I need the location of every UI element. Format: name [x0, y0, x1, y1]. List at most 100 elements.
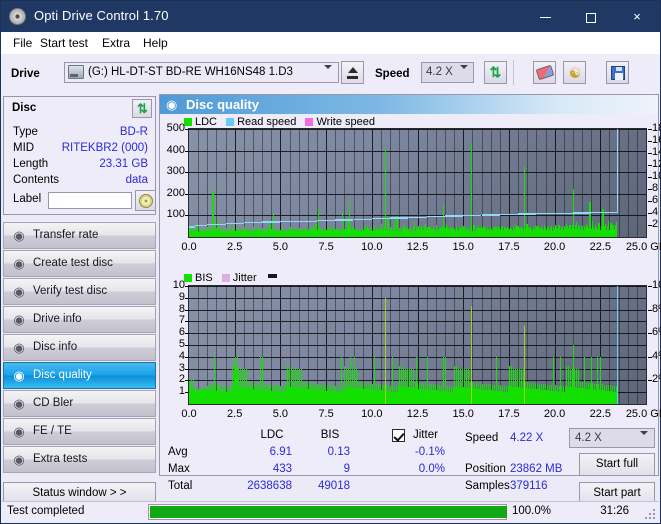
data-bar	[443, 356, 444, 404]
menu-item-file[interactable]: File	[9, 35, 36, 51]
data-bar	[436, 224, 437, 237]
sidebar-label-create-test-disc: Create test disc	[33, 257, 113, 269]
axis-label-x: 22.5	[589, 241, 611, 253]
data-bar	[311, 229, 312, 237]
grid-line-v	[253, 129, 254, 237]
grid-line-v	[380, 129, 382, 237]
data-bar	[387, 216, 388, 237]
sidebar-item-disc-quality[interactable]: ◉ Disc quality	[3, 362, 156, 389]
axis-tick	[648, 309, 652, 311]
erase-button[interactable]	[533, 61, 556, 84]
axis-tick	[185, 368, 189, 370]
data-bar	[407, 227, 408, 237]
sidebar-item-verify-test-disc[interactable]: ◉ Verify test disc	[3, 278, 156, 305]
axis-label-x: 2.5	[227, 241, 243, 253]
drive-select[interactable]: (G:) HL-DT-ST BD-RE WH16NS48 1.D3	[64, 62, 339, 83]
sidebar-item-fe-te[interactable]: ◉ FE / TE	[3, 418, 156, 445]
axis-label-x: 10.0	[361, 241, 383, 253]
data-bar	[600, 356, 601, 404]
speed-select[interactable]: 4.2 X	[421, 62, 474, 83]
disc-quality-icon: ◉	[13, 368, 25, 383]
chart2-plot-area[interactable]	[188, 285, 647, 405]
refresh-icon: ⇅	[137, 101, 148, 116]
menu-item-help[interactable]: Help	[139, 35, 172, 51]
disc-label-button[interactable]	[135, 190, 156, 211]
axis-tick	[648, 286, 652, 287]
resize-grip[interactable]	[643, 507, 655, 519]
data-bar	[396, 216, 397, 237]
axis-label-y-right: 16 X	[652, 134, 661, 146]
menu-item-extra[interactable]: Extra	[98, 35, 134, 51]
axis-label-x: 2.5	[227, 408, 243, 420]
data-bar	[573, 345, 574, 404]
data-bar	[443, 204, 444, 237]
grid-line-v	[454, 129, 456, 237]
start-full-button[interactable]: Start full	[579, 453, 655, 476]
test-speed-select[interactable]: 4.2 X	[569, 428, 655, 448]
axis-label-y-right: 2 X	[652, 218, 661, 230]
sidebar-item-extra-tests[interactable]: ◉ Extra tests	[3, 446, 156, 473]
settings-button[interactable]: ☯	[563, 61, 586, 84]
data-bar	[471, 144, 472, 237]
axis-label-y-left: 1	[178, 385, 185, 398]
minimize-icon	[539, 17, 551, 19]
data-bar	[374, 225, 375, 237]
data-bar	[370, 229, 371, 237]
sidebar-label-verify-test-disc: Verify test disc	[33, 285, 108, 297]
maximize-button[interactable]	[568, 1, 614, 32]
menu-item-start-test[interactable]: Start test	[36, 35, 92, 51]
sidebar-item-create-test-disc[interactable]: ◉ Create test disc	[3, 250, 156, 277]
disc-quality-icon: ◉	[166, 97, 178, 112]
chart1-plot-area[interactable]	[188, 128, 647, 238]
speed-line-segment	[609, 211, 617, 214]
verify-test-disc-icon: ◉	[13, 284, 25, 299]
sidebar-item-cd-bler[interactable]: ◉ CD Bler	[3, 390, 156, 417]
left-panel: Disc ⇅ Type BD-R MID RITEKBR2 (000) Leng…	[3, 96, 156, 476]
panel-title: Disc quality	[186, 97, 259, 112]
axis-label-y-right: 18 X	[652, 122, 661, 134]
data-bar	[286, 231, 287, 237]
speed-line-segment	[554, 212, 573, 215]
axis-label-x: 25.0 GB	[625, 241, 661, 253]
sidebar-item-drive-info[interactable]: ◉ Drive info	[3, 306, 156, 333]
grid-line-v	[499, 129, 501, 237]
legend-swatch-jitter	[221, 274, 230, 282]
grid-line-h	[189, 309, 646, 311]
stats-bis-avg: 0.13	[327, 446, 350, 458]
sidebar-item-transfer-rate[interactable]: ◉ Transfer rate	[3, 222, 156, 249]
axis-label-y-right: 4%	[652, 349, 661, 362]
axis-label-y-right: 8%	[652, 302, 661, 315]
disc-value-mid: RITEKBR2 (000)	[61, 142, 148, 154]
legend-label-bis: BIS	[195, 272, 213, 284]
grid-line-v	[353, 129, 355, 237]
data-bar	[553, 356, 554, 404]
sidebar-label-disc-quality: Disc quality	[33, 369, 92, 381]
jitter-checkbox[interactable]	[392, 429, 405, 442]
close-button[interactable]: ×	[614, 1, 660, 32]
axis-tick	[648, 153, 652, 154]
sidebar-item-disc-info[interactable]: ◉ Disc info	[3, 334, 156, 361]
data-bar	[547, 227, 548, 237]
data-bar	[301, 231, 302, 237]
speed-line-segment	[280, 221, 299, 223]
grid-line-v	[463, 129, 465, 237]
speed-line-segment	[371, 218, 391, 220]
data-bar	[366, 227, 367, 237]
drive-value: (G:) HL-DT-ST BD-RE WH16NS48 1.D3	[88, 66, 293, 78]
stats-col-ldc: LDC	[260, 429, 284, 441]
save-button[interactable]	[606, 61, 629, 84]
disc-info-icon: ◉	[13, 340, 25, 355]
disc-refresh-button[interactable]: ⇅	[132, 99, 152, 118]
data-bar	[460, 227, 461, 237]
axis-tick	[648, 356, 652, 358]
grid-line-h	[189, 172, 646, 174]
minimize-button[interactable]	[522, 1, 568, 32]
eject-button[interactable]	[341, 61, 364, 84]
sidebar-label-disc-info: Disc info	[33, 341, 78, 353]
data-bar	[578, 224, 579, 237]
data-bar	[421, 228, 422, 237]
refresh-button[interactable]: ⇅	[484, 61, 507, 84]
axis-tick	[648, 333, 652, 335]
disc-label-input[interactable]	[48, 192, 132, 209]
axis-label-x: 15.0	[452, 408, 474, 420]
